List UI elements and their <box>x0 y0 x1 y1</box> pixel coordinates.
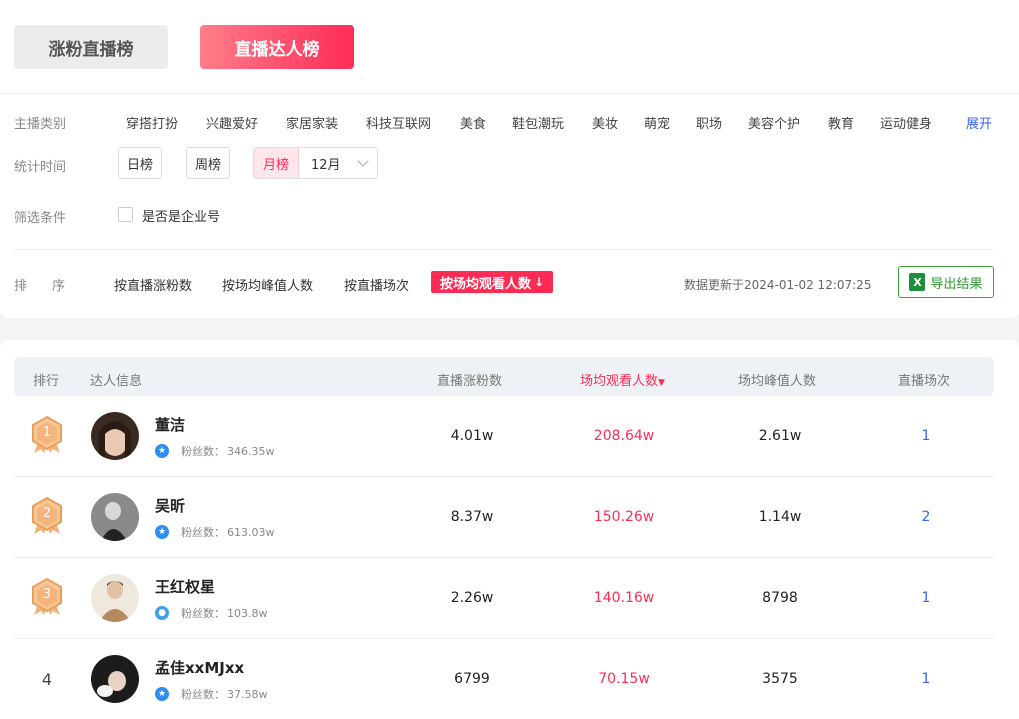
header-divider <box>0 93 1019 94</box>
month-select-value: 12月 <box>311 157 341 173</box>
fans-gain-value: 8.37w <box>450 509 494 525</box>
header-avg-view-label: 场均观看人数 <box>580 374 659 389</box>
fans-count: 346.35w <box>227 444 275 458</box>
sort-desc-icon: ↓ <box>533 275 545 289</box>
sessions-value[interactable]: 2 <box>866 509 986 525</box>
sessions-value[interactable]: 1 <box>866 671 986 687</box>
fans-label: 粉丝数： <box>181 607 225 620</box>
category-item[interactable]: 科技互联网 <box>366 113 431 132</box>
month-rank-group: 月榜 12月 <box>253 147 378 179</box>
chevron-down-icon <box>357 155 369 167</box>
fans-count: 103.8w <box>227 606 268 620</box>
avatar[interactable] <box>91 655 139 703</box>
avg-peak-value: 3575 <box>762 671 798 687</box>
verified-star-icon: ★ <box>155 444 169 458</box>
category-item[interactable]: 职场 <box>696 113 722 132</box>
row-divider <box>14 557 994 558</box>
fans-info: ★ 粉丝数： 613.03w <box>155 524 275 540</box>
streamer-name[interactable]: 孟佳xxMJxx <box>155 657 244 678</box>
avg-peak-value: 2.61w <box>758 428 802 444</box>
header-avg-view[interactable]: 场均观看人数▼ <box>580 370 665 389</box>
category-label: 主播类别 <box>14 117 67 132</box>
fans-count: 37.58w <box>227 687 268 701</box>
rank-number: 4 <box>41 670 53 689</box>
avatar[interactable] <box>91 412 139 460</box>
enterprise-checkbox[interactable] <box>118 207 133 222</box>
avg-view-value: 208.64w <box>593 428 655 444</box>
fans-label: 粉丝数： <box>181 526 225 539</box>
sort-label-2: 序 <box>52 279 66 294</box>
excel-icon: X <box>909 273 926 291</box>
tab-fans-rank[interactable]: 涨粉直播榜 <box>14 25 168 69</box>
sort-divider <box>14 249 993 250</box>
sort-fans-gain[interactable]: 按直播涨粉数 <box>114 275 192 294</box>
category-item[interactable]: 萌宠 <box>644 113 670 132</box>
fans-gain-value: 6799 <box>454 671 490 687</box>
expand-link[interactable]: 展开 <box>966 113 992 132</box>
category-item[interactable]: 美妆 <box>592 113 618 132</box>
row-divider <box>14 638 994 639</box>
fans-gain-value: 4.01w <box>450 428 494 444</box>
sessions-value[interactable]: 1 <box>866 428 986 444</box>
verified-star-icon: ★ <box>155 525 169 539</box>
avg-view-value: 150.26w <box>593 509 655 525</box>
category-item[interactable]: 美食 <box>460 113 486 132</box>
sort-sessions[interactable]: 按直播场次 <box>344 275 409 294</box>
header-avg-peak[interactable]: 场均峰值人数 <box>738 370 816 389</box>
condition-label: 筛选条件 <box>14 211 67 226</box>
avatar[interactable] <box>91 574 139 622</box>
rank-number: 1 <box>42 425 52 440</box>
week-rank-button[interactable]: 周榜 <box>186 147 230 179</box>
rank-number: 2 <box>42 506 52 521</box>
avg-peak-value: 1.14w <box>758 509 802 525</box>
category-item[interactable]: 运动健身 <box>880 113 932 132</box>
header-fans-gain[interactable]: 直播涨粉数 <box>437 370 502 389</box>
sessions-value[interactable]: 1 <box>866 590 986 606</box>
table-header <box>14 357 994 396</box>
avatar[interactable] <box>91 493 139 541</box>
month-rank-button[interactable]: 月榜 <box>254 148 299 178</box>
verified-star-icon: ★ <box>155 687 169 701</box>
category-item[interactable]: 教育 <box>828 113 854 132</box>
header-sessions[interactable]: 直播场次 <box>898 370 950 389</box>
fans-info: ★ 粉丝数： 346.35w <box>155 443 275 459</box>
fans-label: 粉丝数： <box>181 445 225 458</box>
month-select[interactable]: 12月 <box>299 148 377 178</box>
header-rank: 排行 <box>33 374 60 389</box>
category-item[interactable]: 鞋包潮玩 <box>512 113 564 132</box>
sort-label-1: 排 <box>14 279 28 294</box>
day-rank-button[interactable]: 日榜 <box>118 147 162 179</box>
time-label: 统计时间 <box>14 160 67 175</box>
category-item[interactable]: 美容个护 <box>748 113 800 132</box>
streamer-name[interactable]: 董洁 <box>155 414 185 435</box>
avg-view-value: 70.15w <box>598 671 650 687</box>
ranking-table <box>0 340 1019 719</box>
fans-label: 粉丝数： <box>181 688 225 701</box>
fans-gain-value: 2.26w <box>450 590 494 606</box>
tab-talent-rank[interactable]: 直播达人榜 <box>200 25 354 69</box>
header-info: 达人信息 <box>90 374 143 389</box>
rank-number: 3 <box>42 587 52 602</box>
verified-badge-icon: ● <box>155 606 169 620</box>
category-item[interactable]: 家居家装 <box>286 113 338 132</box>
avg-view-value: 140.16w <box>593 590 655 606</box>
row-divider <box>14 476 994 477</box>
export-label: 导出结果 <box>930 276 983 292</box>
sort-caret-icon: ▼ <box>658 378 665 388</box>
fans-info: ● 粉丝数： 103.8w <box>155 605 268 621</box>
streamer-name[interactable]: 吴昕 <box>155 495 185 516</box>
updated-time: 数据更新于2024-01-02 12:07:25 <box>684 278 872 292</box>
fans-count: 613.03w <box>227 525 275 539</box>
streamer-name[interactable]: 王红权星 <box>155 576 215 597</box>
sort-avg-peak[interactable]: 按场均峰值人数 <box>222 275 313 294</box>
export-button[interactable]: X 导出结果 <box>898 266 994 298</box>
category-item[interactable]: 兴趣爱好 <box>206 113 258 132</box>
category-item[interactable]: 穿搭打扮 <box>126 113 178 132</box>
avg-peak-value: 8798 <box>762 590 798 606</box>
sort-avg-view-active[interactable]: 按场均观看人数 ↓ <box>431 271 553 293</box>
sort-avg-view-label: 按场均观看人数 <box>439 276 531 292</box>
fans-info: ★ 粉丝数： 37.58w <box>155 686 268 702</box>
enterprise-label: 是否是企业号 <box>142 210 221 225</box>
